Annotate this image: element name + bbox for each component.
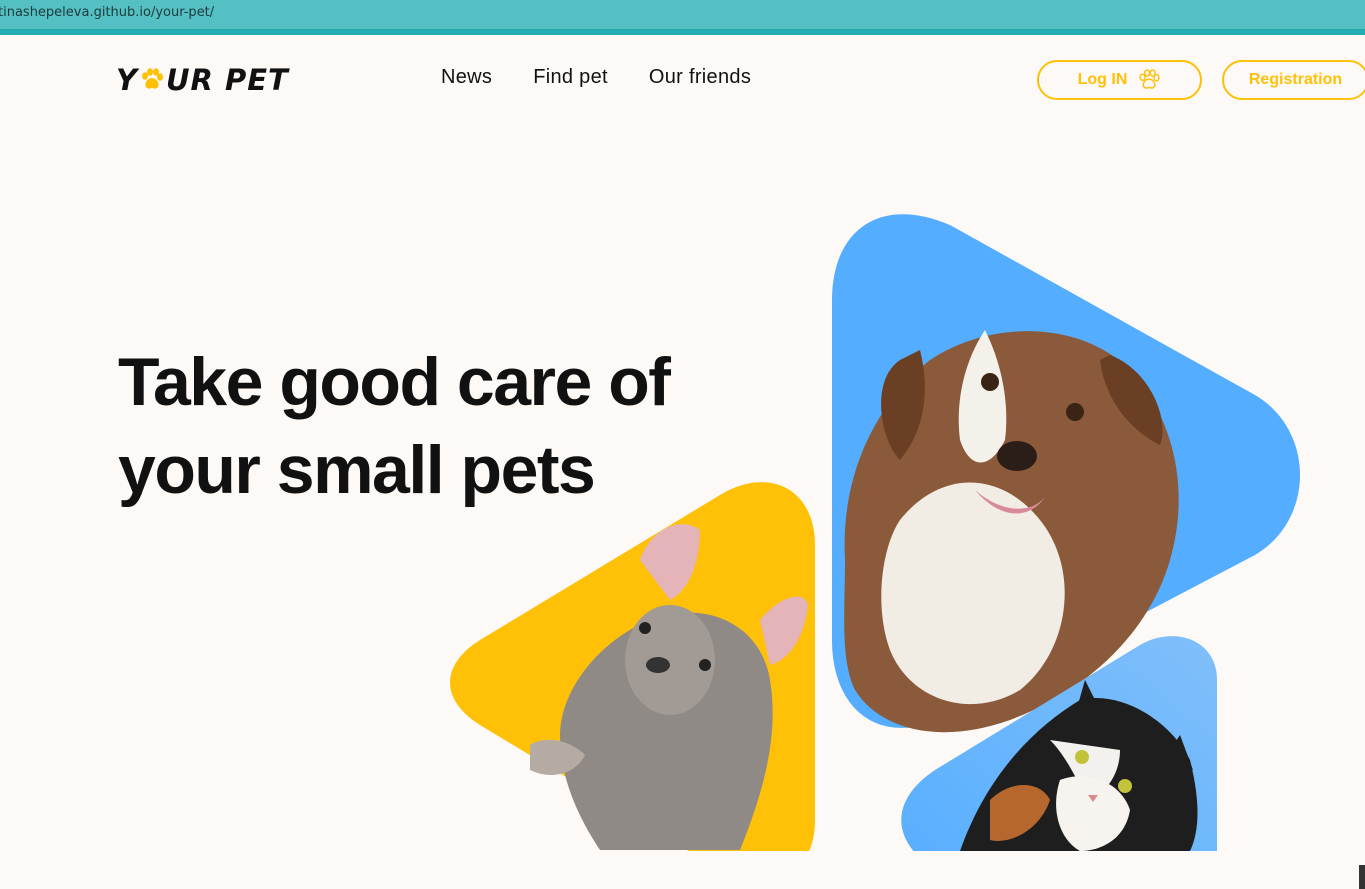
nav-our-friends[interactable]: Our friends <box>649 66 751 89</box>
browser-url-bar[interactable]: tinashepeleva.github.io/your-pet/ <box>0 0 1365 29</box>
nav-news[interactable]: News <box>441 66 492 89</box>
scrollbar-thumb[interactable] <box>1359 865 1365 889</box>
nav-find-pet[interactable]: Find pet <box>533 66 608 89</box>
paw-icon <box>1139 69 1160 89</box>
logo[interactable]: Y UR PET <box>116 62 289 98</box>
logo-text: UR PET <box>166 63 289 97</box>
registration-button[interactable]: Registration <box>1222 60 1365 100</box>
paw-icon <box>142 68 163 89</box>
registration-label: Registration <box>1248 71 1343 88</box>
calico-cat-photo <box>901 636 1217 851</box>
browser-stripe <box>0 29 1365 35</box>
french-bulldog-photo <box>450 482 815 851</box>
login-label: Log IN <box>1077 71 1128 88</box>
login-button[interactable]: Log IN <box>1037 60 1202 100</box>
logo-letter-y: Y <box>116 63 138 97</box>
url-text: tinashepeleva.github.io/your-pet/ <box>0 5 215 20</box>
hero-title: Take good care of your small pets <box>118 344 671 508</box>
australian-shepherd-photo <box>832 214 1300 733</box>
main-nav: News Find pet Our friends <box>441 66 751 89</box>
